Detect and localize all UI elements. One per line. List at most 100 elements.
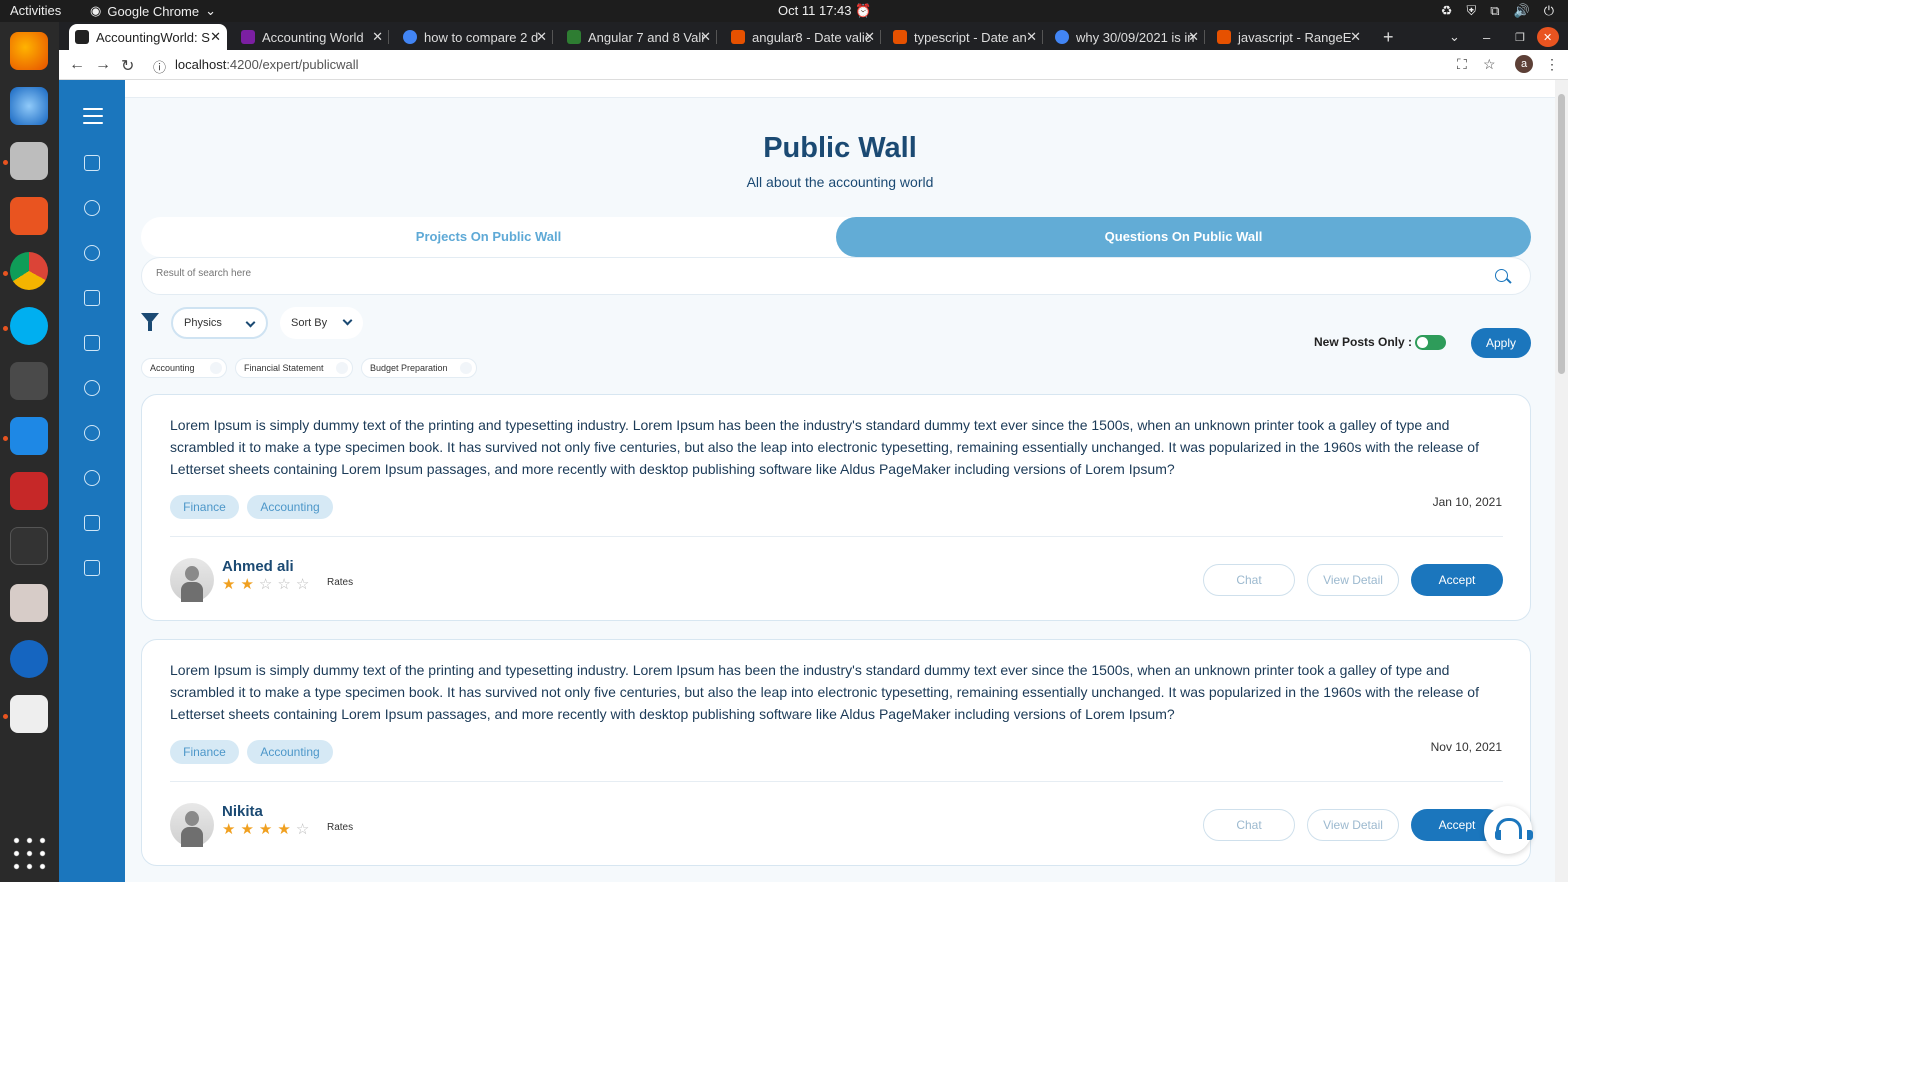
tab-projects[interactable]: Projects On Public Wall <box>141 217 836 257</box>
category-select[interactable]: Physics <box>171 307 268 339</box>
avatar[interactable] <box>170 803 214 847</box>
browser-tab[interactable]: typescript - Date an ✕ <box>887 24 1043 50</box>
forward-icon[interactable]: → <box>95 56 111 74</box>
browser-tab[interactable]: angular8 - Date valic ✕ <box>725 24 881 50</box>
close-tab-icon[interactable]: ✕ <box>864 29 875 45</box>
tab-separator <box>716 30 717 44</box>
files-icon[interactable] <box>10 142 48 180</box>
post-card: Lorem Ipsum is simply dummy text of the … <box>141 394 1531 621</box>
view-detail-button[interactable]: View Detail <box>1307 809 1399 841</box>
close-tab-icon[interactable]: ✕ <box>1350 29 1361 45</box>
author-name[interactable]: Ahmed ali <box>222 558 294 575</box>
headset-support-icon[interactable] <box>1484 806 1533 854</box>
filter-chip[interactable]: Budget Preparation <box>361 358 477 378</box>
clock[interactable]: Oct 11 17:43 ⏰ <box>778 3 871 19</box>
app-menu[interactable]: ◉ Google Chrome ⌄ <box>90 3 216 19</box>
software-center-icon[interactable] <box>10 197 48 235</box>
browser-tab[interactable]: javascript - RangeE ✕ <box>1211 24 1367 50</box>
filter-funnel-icon[interactable] <box>141 313 159 331</box>
sliders-icon[interactable] <box>84 560 100 576</box>
star-empty-icon: ☆ <box>295 576 315 593</box>
view-detail-button[interactable]: View Detail <box>1307 564 1399 596</box>
filezilla-icon[interactable] <box>10 472 48 510</box>
home-icon[interactable] <box>84 155 100 171</box>
app-icon[interactable] <box>10 640 48 678</box>
hamburger-menu-icon[interactable] <box>83 108 103 124</box>
browser-tab[interactable]: AccountingWorld: S ✕ <box>69 24 227 50</box>
post-tag: Finance <box>170 495 239 519</box>
sort-select[interactable]: Sort By <box>280 307 363 339</box>
close-tab-icon[interactable]: ✕ <box>700 29 711 45</box>
browser-tab-strip: AccountingWorld: S ✕ Accounting World ✕ ho… <box>59 22 1568 50</box>
app-name: Google Chrome <box>107 3 200 19</box>
chip-remove-icon[interactable] <box>336 362 348 374</box>
post-text: Lorem Ipsum is simply dummy text of the … <box>170 417 1479 477</box>
info-icon[interactable] <box>84 380 100 396</box>
filter-chip[interactable]: Accounting <box>141 358 227 378</box>
archive-icon[interactable] <box>10 584 48 622</box>
sublime-icon[interactable] <box>10 362 48 400</box>
browser-tab[interactable]: Accounting World ✕ <box>235 24 389 50</box>
search-input[interactable] <box>156 268 1456 279</box>
tab-search-icon[interactable]: ⌄ <box>1443 24 1463 50</box>
close-tab-icon[interactable]: ✕ <box>210 29 221 45</box>
show-apps-icon[interactable] <box>10 834 48 872</box>
close-tab-icon[interactable]: ✕ <box>1188 29 1199 45</box>
close-tab-icon[interactable]: ✕ <box>536 29 547 45</box>
filter-chip[interactable]: Financial Statement <box>235 358 353 378</box>
chip-remove-icon[interactable] <box>460 362 472 374</box>
activities-button[interactable]: Activities <box>10 3 61 18</box>
author-name[interactable]: Nikita <box>222 803 263 820</box>
new-tab-button[interactable]: + <box>1377 24 1401 50</box>
search-icon[interactable] <box>1495 269 1508 282</box>
address-bar[interactable]: localhost:4200/expert/publicwall <box>175 57 359 72</box>
avatar[interactable] <box>170 558 214 602</box>
system-tray[interactable]: ♻ ⛨ ⧉ 🔊 ⏻ <box>1441 3 1554 19</box>
profile-avatar[interactable]: a <box>1515 55 1533 73</box>
projects-icon[interactable] <box>84 290 100 306</box>
site-info-icon[interactable]: ⓘ <box>153 57 166 76</box>
close-window-icon[interactable]: ✕ <box>1537 27 1559 47</box>
page-subtitle: All about the accounting world <box>746 174 934 190</box>
profile-icon[interactable] <box>84 245 100 261</box>
dashboard-icon[interactable] <box>84 200 100 216</box>
browser-tab[interactable]: how to compare 2 d ✕ <box>397 24 553 50</box>
document-viewer-icon[interactable] <box>10 695 48 733</box>
accept-button[interactable]: Accept <box>1411 564 1503 596</box>
settings-gear-icon[interactable] <box>84 515 100 531</box>
apply-button[interactable]: Apply <box>1471 328 1531 358</box>
menu-kebab-icon[interactable]: ⋮ <box>1545 56 1559 73</box>
divider <box>170 536 1503 537</box>
phone-icon[interactable] <box>84 425 100 441</box>
browser-tab[interactable]: why 30/09/2021 is in ✕ <box>1049 24 1205 50</box>
running-indicator <box>3 326 8 331</box>
back-icon[interactable]: ← <box>69 56 85 74</box>
close-tab-icon[interactable]: ✕ <box>372 29 383 45</box>
browser-tab[interactable]: Angular 7 and 8 Vali ✕ <box>561 24 717 50</box>
skype-icon[interactable] <box>10 307 48 345</box>
help-icon[interactable] <box>84 470 100 486</box>
tab-questions[interactable]: Questions On Public Wall <box>836 217 1531 257</box>
chat-button[interactable]: Chat <box>1203 564 1295 596</box>
page-scrollbar[interactable] <box>1555 80 1568 882</box>
minimize-icon[interactable]: – <box>1477 24 1497 50</box>
firefox-icon[interactable] <box>10 32 48 70</box>
chip-remove-icon[interactable] <box>210 362 222 374</box>
chat-button[interactable]: Chat <box>1203 809 1295 841</box>
favicon-icon <box>241 30 255 44</box>
bookmark-star-icon[interactable]: ☆ <box>1483 56 1496 73</box>
calendar-icon[interactable] <box>84 335 100 351</box>
tab-title: AccountingWorld: S <box>96 29 210 45</box>
close-tab-icon[interactable]: ✕ <box>1026 29 1037 45</box>
translate-icon[interactable]: ⛶ <box>1457 56 1467 73</box>
chrome-dock-icon[interactable] <box>10 252 48 290</box>
terminal-icon[interactable] <box>10 527 48 565</box>
rating-stars: ★★★★☆ <box>222 820 314 838</box>
vscode-icon[interactable] <box>10 417 48 455</box>
scrollbar-thumb[interactable] <box>1558 94 1565 374</box>
reload-icon[interactable]: ↻ <box>121 56 134 76</box>
new-posts-toggle[interactable] <box>1415 335 1446 350</box>
os-top-bar: Activities ◉ Google Chrome ⌄ Oct 11 17:43 … <box>0 0 1568 22</box>
restore-icon[interactable]: ❐ <box>1509 24 1529 50</box>
thunderbird-icon[interactable] <box>10 87 48 125</box>
